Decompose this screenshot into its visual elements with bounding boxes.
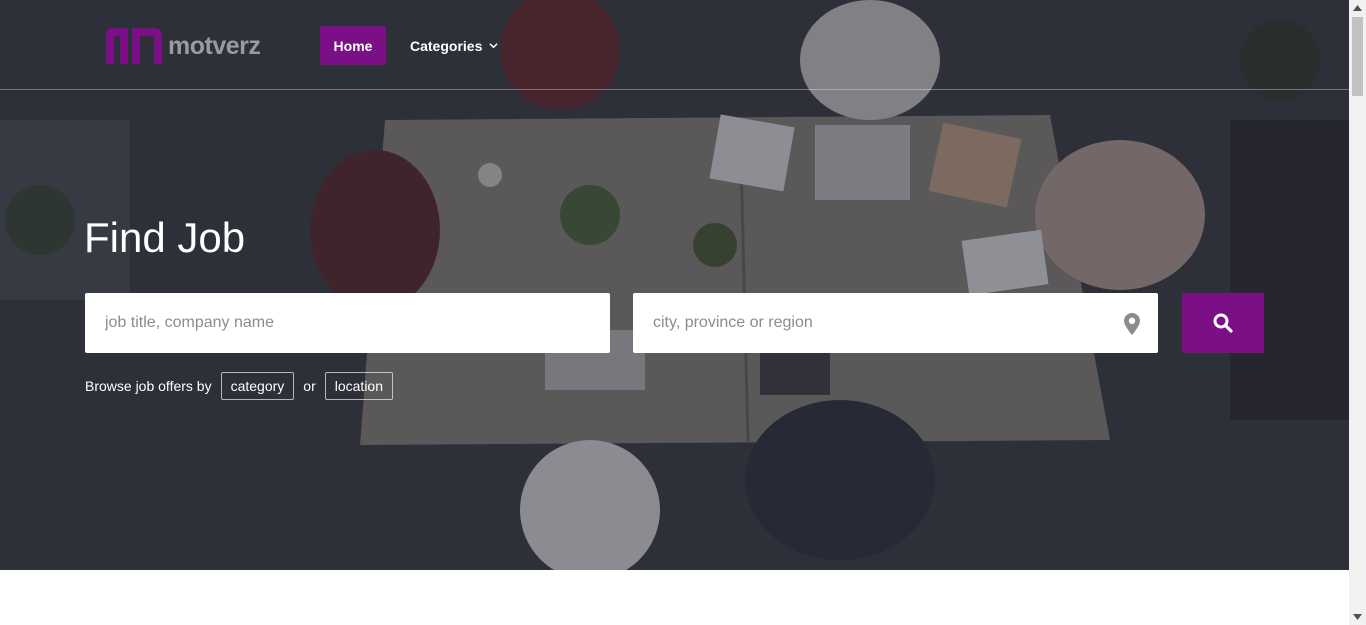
logo-text: motverz [168, 31, 261, 60]
location-search-input[interactable] [633, 293, 1158, 353]
browse-prefix: Browse job offers by [85, 378, 212, 394]
motverz-logo-mark-icon [106, 28, 162, 64]
nav-categories-menu[interactable]: Categories [410, 26, 498, 65]
page-title: Find Job [84, 214, 246, 261]
browse-location-button[interactable]: location [324, 372, 394, 400]
map-pin-icon [1124, 313, 1140, 335]
browse-or-text: or [303, 378, 316, 394]
scrollbar-thumb[interactable] [1352, 17, 1363, 96]
browse-links: Browse job offers by category or locatio… [85, 372, 394, 400]
nav-categories-label: Categories [410, 37, 483, 54]
scroll-down-arrow-icon[interactable] [1353, 614, 1362, 620]
page-scrollbar[interactable] [1349, 0, 1366, 625]
chevron-down-icon [489, 43, 498, 49]
job-search-input[interactable] [85, 293, 610, 353]
nav-home-button[interactable]: Home [320, 26, 386, 65]
site-header: motverz Home Categories [0, 0, 1349, 90]
browse-category-button[interactable]: category [220, 372, 295, 400]
hero-section: motverz Home Categories Find Job Browse … [0, 0, 1349, 570]
location-search-field[interactable] [633, 293, 1158, 353]
search-button[interactable] [1182, 293, 1264, 353]
logo[interactable]: motverz [106, 27, 261, 65]
scroll-up-arrow-icon[interactable] [1353, 5, 1362, 11]
search-icon [1213, 313, 1233, 333]
job-search-field[interactable] [85, 293, 610, 353]
